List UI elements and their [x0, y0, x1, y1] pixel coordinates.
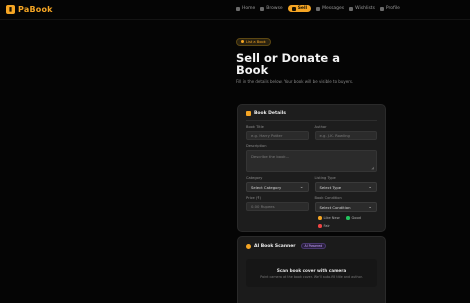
- price-label: Price (₹): [246, 196, 261, 200]
- badge-dot-icon: [241, 40, 244, 43]
- nav-browse[interactable]: Browse: [260, 6, 283, 11]
- chat-icon: [316, 6, 321, 11]
- title-label: Book Title: [246, 125, 264, 129]
- condition-option-like-new[interactable]: Like New: [318, 216, 342, 220]
- description-label: Description: [246, 144, 267, 148]
- nav-home-label: Home: [242, 6, 256, 11]
- nav-messages[interactable]: Messages: [316, 6, 344, 11]
- dot-icon: [318, 216, 322, 220]
- scanner-title: AI Book Scanner: [254, 243, 296, 249]
- nav-browse-label: Browse: [266, 6, 283, 11]
- hero-section: List a Book Sell or Donate a Book Fill i…: [236, 28, 396, 84]
- listing-type-select[interactable]: Select Type ⌄: [314, 182, 377, 192]
- brand-logo[interactable]: ▮ PaBook: [6, 5, 53, 14]
- description-textarea[interactable]: Describe the book... ◢: [246, 150, 377, 172]
- category-label: Category: [246, 176, 263, 180]
- dot-icon: [346, 216, 350, 220]
- nav-sell[interactable]: Sell: [287, 5, 312, 12]
- book-icon: ▮: [6, 5, 15, 14]
- option-label: Fair: [323, 224, 330, 228]
- listing-type-label: Listing Type: [314, 176, 336, 180]
- condition-select[interactable]: Select Condition ⌄: [314, 202, 377, 212]
- scan-dropzone[interactable]: Scan book cover with camera Point camera…: [246, 259, 377, 287]
- top-navbar: ▮ PaBook Home Browse Sell Messages Wishl…: [0, 0, 470, 20]
- page-title-line2: Book: [236, 63, 269, 77]
- condition-options: Like New Good Fair: [318, 216, 378, 228]
- user-icon: [379, 6, 384, 11]
- plus-icon: [291, 6, 296, 11]
- home-icon: [236, 6, 240, 11]
- resize-handle-icon[interactable]: ◢: [371, 166, 374, 170]
- chevron-down-icon: ⌄: [368, 204, 372, 210]
- brand-name: PaBook: [18, 5, 53, 14]
- badge-label: List a Book: [246, 39, 266, 44]
- condition-option-good[interactable]: Good: [346, 216, 370, 220]
- author-input[interactable]: e.g. J.K. Rowling: [314, 131, 377, 140]
- condition-label: Book Condition: [314, 196, 342, 200]
- ai-badge: AI Powered: [300, 243, 327, 249]
- condition-value: Select Condition: [319, 204, 351, 210]
- category-value: Select Category: [251, 184, 282, 190]
- author-label: Author: [314, 125, 327, 129]
- search-icon: [260, 6, 265, 11]
- card-title: Book Details: [254, 111, 286, 116]
- nav-profile[interactable]: Profile: [379, 6, 400, 11]
- title-input[interactable]: e.g. Harry Potter: [246, 131, 309, 140]
- option-label: Like New: [323, 216, 340, 220]
- dot-icon: [318, 224, 322, 228]
- condition-option-fair[interactable]: Fair: [318, 224, 342, 228]
- listing-type-value: Select Type: [319, 184, 342, 190]
- camera-icon: [246, 243, 251, 249]
- book-details-card: Book Details Book Title e.g. Harry Potte…: [237, 104, 386, 232]
- scan-note: Point camera at the book cover. We'll au…: [260, 274, 363, 279]
- ai-scanner-card: AI Book Scanner AI Powered Scan book cov…: [237, 236, 386, 303]
- chevron-down-icon: ⌄: [368, 184, 372, 190]
- nav-links: Home Browse Sell Messages Wishlists Prof…: [236, 5, 400, 12]
- heart-icon: [349, 6, 354, 11]
- list-book-badge: List a Book: [236, 37, 271, 46]
- nav-messages-label: Messages: [322, 6, 345, 11]
- price-input[interactable]: 0.00 Rupees: [246, 202, 309, 211]
- divider: [246, 120, 377, 121]
- option-label: Good: [351, 216, 361, 220]
- description-placeholder: Describe the book...: [251, 154, 290, 159]
- page-subtitle: Fill in the details below. Your book wil…: [236, 79, 354, 84]
- scan-cta[interactable]: Scan book cover with camera: [277, 268, 346, 273]
- book-icon: [246, 111, 251, 116]
- nav-sell-label: Sell: [297, 6, 308, 11]
- nav-profile-label: Profile: [385, 6, 400, 11]
- nav-home[interactable]: Home: [236, 6, 255, 11]
- nav-wishlists[interactable]: Wishlists: [349, 6, 375, 11]
- page-title: Sell or Donate a Book: [236, 52, 396, 76]
- scanner-header: AI Book Scanner AI Powered: [246, 243, 377, 249]
- card-header: Book Details: [246, 111, 377, 116]
- nav-wishlists-label: Wishlists: [355, 6, 375, 11]
- chevron-down-icon: ⌄: [299, 184, 304, 190]
- category-select[interactable]: Select Category ⌄: [246, 182, 309, 192]
